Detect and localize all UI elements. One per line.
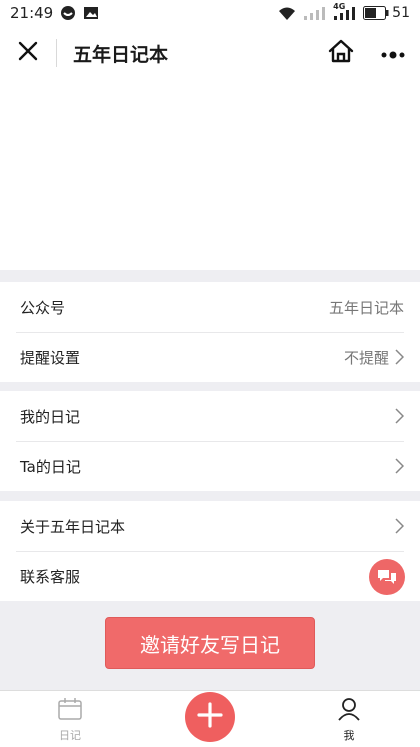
status-right: 4G 51 — [277, 2, 410, 21]
nav-divider — [56, 39, 57, 67]
tab-me[interactable]: 我 — [319, 691, 379, 747]
ta-diary-row[interactable]: Ta的日记 — [0, 441, 420, 491]
reminder-setting-row[interactable]: 提醒设置 不提醒 — [0, 332, 420, 382]
reminder-setting-label: 提醒设置 — [20, 348, 81, 367]
close-button[interactable] — [0, 26, 56, 80]
more-icon — [380, 44, 406, 63]
my-diary-arrow-wrap — [395, 408, 404, 424]
reminder-setting-value: 不提醒 — [343, 348, 389, 367]
chevron-right-icon — [395, 408, 404, 424]
page-title: 五年日记本 — [73, 43, 169, 66]
nav-bar: 五年日记本 — [0, 26, 420, 80]
official-account-label: 公众号 — [20, 298, 66, 317]
chevron-right-icon — [395, 349, 404, 365]
ta-diary-label: Ta的日记 — [20, 457, 81, 476]
nav-actions — [316, 26, 420, 80]
customer-service-label: 联系客服 — [20, 567, 81, 586]
add-diary-button[interactable] — [185, 692, 235, 742]
home-icon — [327, 38, 355, 68]
battery-icon — [363, 6, 389, 20]
chevron-right-icon — [395, 458, 404, 474]
my-diary-row[interactable]: 我的日记 — [0, 391, 420, 441]
reminder-setting-value-wrap: 不提醒 — [344, 347, 404, 368]
tab-me-label: 我 — [343, 728, 355, 742]
status-time: 21:49 — [10, 4, 54, 22]
user-icon — [337, 697, 361, 724]
chevron-right-icon — [395, 518, 404, 534]
about-label: 关于五年日记本 — [20, 517, 126, 536]
official-account-value-wrap: 五年日记本 — [329, 297, 404, 318]
home-button[interactable] — [316, 26, 366, 80]
settings-group-account: 公众号 五年日记本 提醒设置 不提醒 — [0, 282, 420, 382]
plus-icon — [197, 702, 223, 732]
signal-4g-icon: 4G — [333, 2, 357, 21]
customer-service-row[interactable]: 联系客服 — [0, 551, 420, 601]
invite-friends-button[interactable]: 邀请好友写日记 — [105, 617, 315, 669]
ta-diary-arrow-wrap — [395, 458, 404, 474]
status-left: 21:49 — [10, 4, 99, 22]
my-diary-label: 我的日记 — [20, 407, 81, 426]
about-arrow-wrap — [395, 518, 404, 534]
tab-diary[interactable]: 日记 — [40, 691, 100, 747]
about-row[interactable]: 关于五年日记本 — [0, 501, 420, 551]
tab-diary-label: 日记 — [59, 728, 81, 742]
battery-indicator: 51 — [363, 5, 410, 21]
status-bar: 21:49 4G 51 — [0, 0, 420, 26]
official-account-row[interactable]: 公众号 五年日记本 — [0, 282, 420, 332]
more-button[interactable] — [366, 26, 420, 80]
settings-group-about: 关于五年日记本 联系客服 — [0, 501, 420, 601]
battery-level: 51 — [392, 5, 410, 21]
image-notification-icon — [83, 5, 99, 21]
chat-bubbles-icon[interactable] — [369, 559, 405, 595]
settings-group-diaries: 我的日记 Ta的日记 — [0, 391, 420, 491]
calendar-icon — [57, 697, 83, 724]
signal-icon — [303, 6, 327, 21]
close-icon — [18, 41, 38, 65]
circle-app-icon — [60, 5, 76, 21]
wifi-icon — [277, 6, 297, 21]
official-account-value: 五年日记本 — [328, 298, 404, 317]
network-type-label: 4G — [333, 1, 346, 11]
profile-area — [0, 80, 420, 270]
